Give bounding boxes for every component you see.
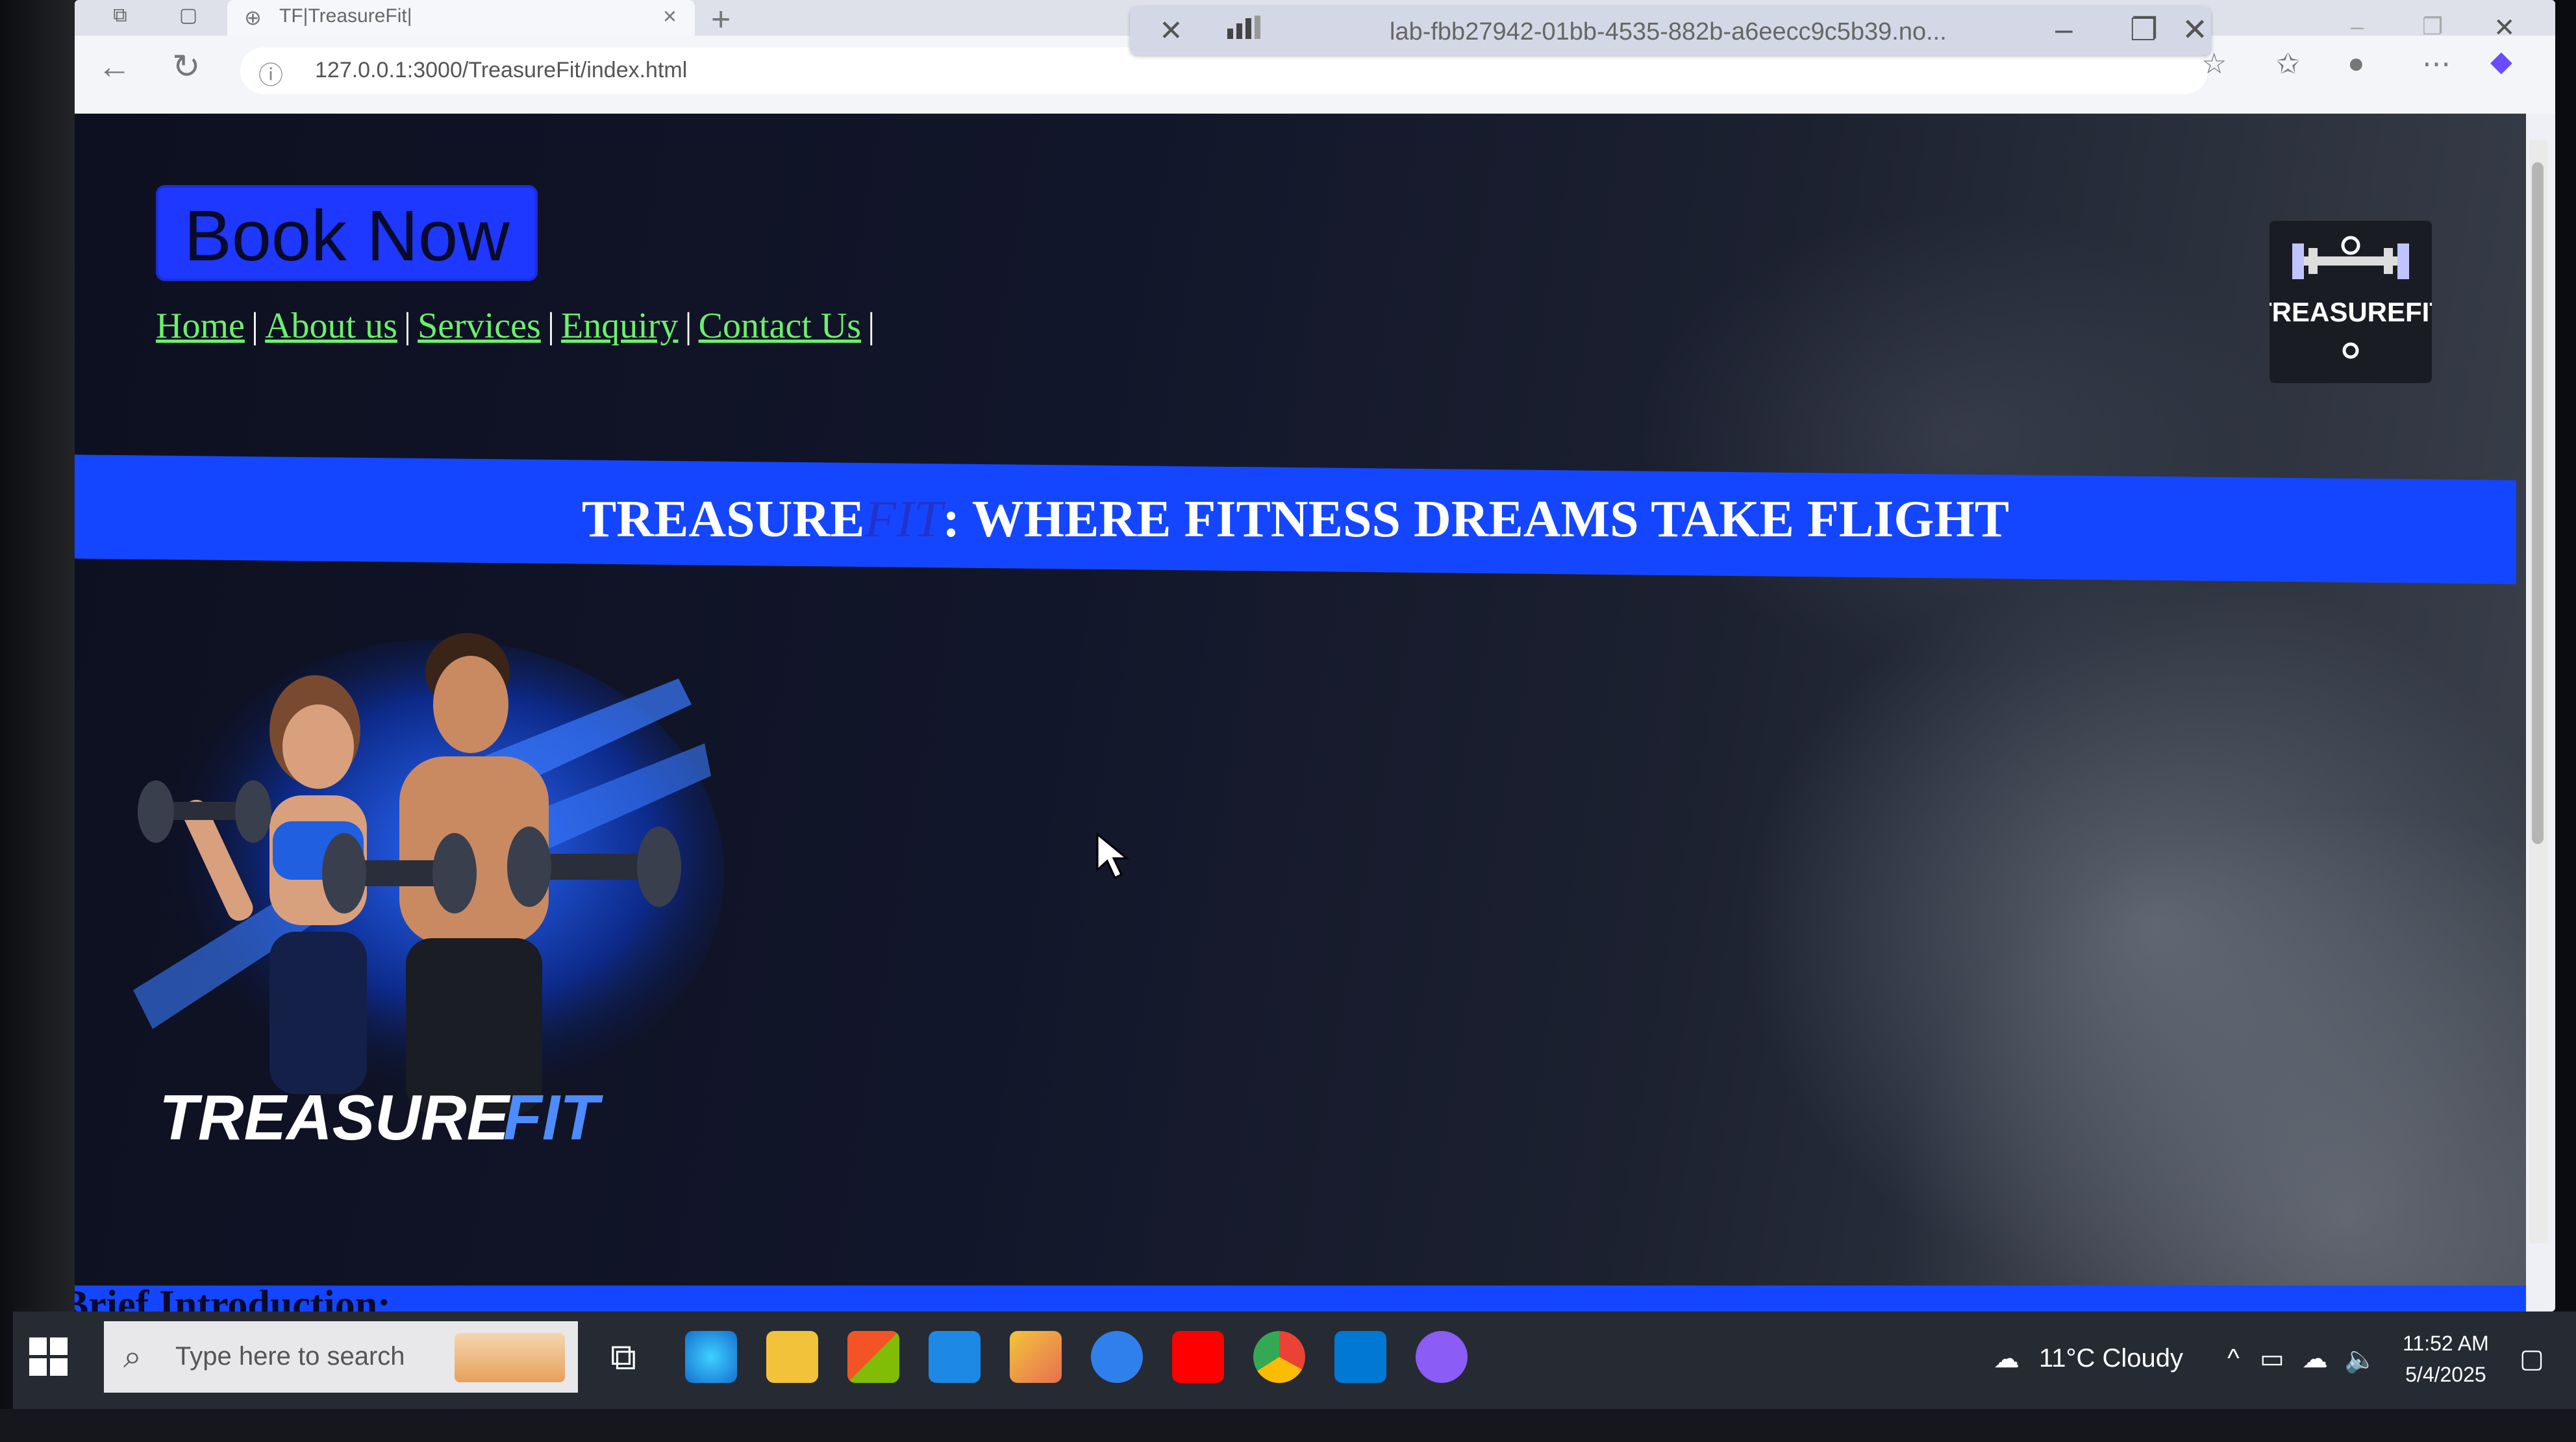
workspaces-icon[interactable]: ⧉ <box>101 3 140 29</box>
brief-intro-heading: Brief Introduction: <box>75 1283 391 1311</box>
close-tab-icon[interactable]: × <box>663 3 677 30</box>
windows-start-icon[interactable] <box>29 1337 68 1376</box>
session-minimize-icon[interactable]: – <box>2055 12 2073 47</box>
book-now-button[interactable]: Book Now <box>156 185 538 281</box>
window-close-icon[interactable]: ✕ <box>2494 13 2516 43</box>
mouse-cursor-icon <box>1096 832 1130 880</box>
refresh-icon[interactable]: ↻ <box>172 47 201 86</box>
search-icon: ⌕ <box>123 1338 142 1374</box>
window-minimize-icon[interactable]: – <box>2351 13 2364 40</box>
nav-link-about[interactable]: About us <box>265 306 397 346</box>
weather-text[interactable]: 11°C Cloudy <box>2039 1344 2183 1373</box>
nav-link-enquiry[interactable]: Enquiry <box>561 306 678 346</box>
file-explorer-icon[interactable] <box>766 1331 818 1383</box>
dumbbell-logo-icon: TREASUREFIT <box>2255 236 2446 359</box>
remote-session-bar: ✕ lab-fbb27942-01bb-4535-882b-a6eecc9c5b… <box>1130 6 2211 55</box>
clock-time: 11:52 AM <box>2403 1332 2489 1355</box>
network-icon[interactable]: ▭ <box>2260 1344 2284 1374</box>
nav-link-home[interactable]: Home <box>156 306 245 346</box>
site-logo: TREASUREFIT <box>2255 221 2446 383</box>
nav-separator: | <box>251 306 259 346</box>
banner-text-tagline: : WHERE FITNESS DREAMS TAKE FLIGHT <box>942 491 2010 548</box>
taskbar-clock[interactable]: 11:52 AM 5/4/2025 <box>2403 1328 2489 1390</box>
nav-separator: | <box>403 306 412 346</box>
banner-heading: TREASUREFIT: WHERE FITNESS DREAMS TAKE F… <box>75 467 2516 571</box>
session-restore-icon[interactable]: ❐ <box>2130 12 2158 48</box>
banner-text-treasure: TREASURE <box>581 491 865 548</box>
globe-icon: ⊕ <box>244 6 262 29</box>
vscode-icon[interactable] <box>1334 1331 1386 1383</box>
nav-link-contact[interactable]: Contact Us <box>699 306 861 346</box>
browser-window: ⧉ ▢ ⊕ TF|TreasureFit| × + ← ↻ ⓘ 127.0.0.… <box>75 0 2555 1311</box>
new-tab-icon[interactable]: + <box>711 0 731 39</box>
window-restore-icon[interactable]: ❐ <box>2422 13 2443 40</box>
nav-separator: | <box>684 306 692 346</box>
unpin-icon[interactable]: ✕ <box>1159 14 1183 47</box>
monitor-bezel-left <box>0 0 75 1409</box>
nav-separator: | <box>868 306 875 346</box>
session-close-icon[interactable]: ✕ <box>2182 12 2208 48</box>
info-icon[interactable]: ⓘ <box>258 55 283 91</box>
weather-icon[interactable]: ☁ <box>1994 1344 2020 1374</box>
youtube-icon[interactable] <box>1172 1331 1224 1383</box>
nav-separator: | <box>547 306 555 346</box>
hero-brand-fit: FIT <box>503 1082 603 1153</box>
webpage: Book Now Home | About us | Services | Enquiry |… <box>75 114 2526 1311</box>
monitor-bezel-bottom <box>0 1409 2576 1442</box>
tab-actions-icon[interactable]: ▢ <box>169 3 208 29</box>
mail-icon[interactable] <box>929 1331 981 1383</box>
search-placeholder: Type here to search <box>175 1342 405 1371</box>
notification-icon[interactable]: ▢ <box>2520 1344 2544 1374</box>
logo-text: TREASUREFIT <box>2270 297 2432 327</box>
url-text: 127.0.0.1:3000/TreasureFit/index.html <box>315 58 688 82</box>
clock-date: 5/4/2025 <box>2405 1363 2486 1386</box>
scrollbar-thumb[interactable] <box>2532 162 2544 844</box>
main-nav: Home | About us | Services | Enquiry | Contact U… <box>156 305 881 347</box>
brief-intro-bar <box>75 1286 2526 1311</box>
edge-icon[interactable] <box>685 1331 737 1383</box>
taskbar: ⌕ Type here to search ⧉ ☁ 11°C Cloudy ^ … <box>13 1311 2576 1409</box>
banner-text-fit: FIT <box>864 491 943 548</box>
chrome-icon[interactable] <box>1253 1331 1305 1383</box>
tab-title: TF|TreasureFit| <box>279 5 412 27</box>
onedrive-icon[interactable]: ☁ <box>2302 1344 2328 1374</box>
favorites-icon[interactable]: ✩ <box>2276 47 2300 81</box>
hero-brand-treasure: TREASURE <box>159 1082 511 1153</box>
session-title: lab-fbb27942-01bb-4535-882b-a6eecc9c5b39… <box>1390 18 1947 45</box>
github-desktop-icon[interactable] <box>1416 1331 1468 1383</box>
search-highlight-image <box>455 1333 565 1382</box>
app-store-icon[interactable] <box>1091 1331 1143 1383</box>
store-icon[interactable] <box>847 1331 899 1383</box>
nav-link-services[interactable]: Services <box>418 306 541 346</box>
taskbar-search[interactable]: ⌕ Type here to search <box>104 1321 578 1393</box>
more-icon[interactable]: ⋯ <box>2422 47 2451 81</box>
task-view-icon[interactable]: ⧉ <box>597 1331 649 1383</box>
volume-icon[interactable]: 🔈 <box>2344 1344 2377 1374</box>
photos-icon[interactable] <box>1010 1331 1062 1383</box>
browser-tab[interactable]: ⊕ TF|TreasureFit| × <box>227 0 695 36</box>
copilot-icon[interactable]: ◆ <box>2490 45 2512 78</box>
back-icon[interactable]: ← <box>97 47 131 86</box>
profile-icon[interactable]: ● <box>2347 47 2365 80</box>
hero-fitness-image: TREASURE FIT <box>133 633 724 1153</box>
tray-chevron-icon[interactable]: ^ <box>2227 1344 2240 1373</box>
